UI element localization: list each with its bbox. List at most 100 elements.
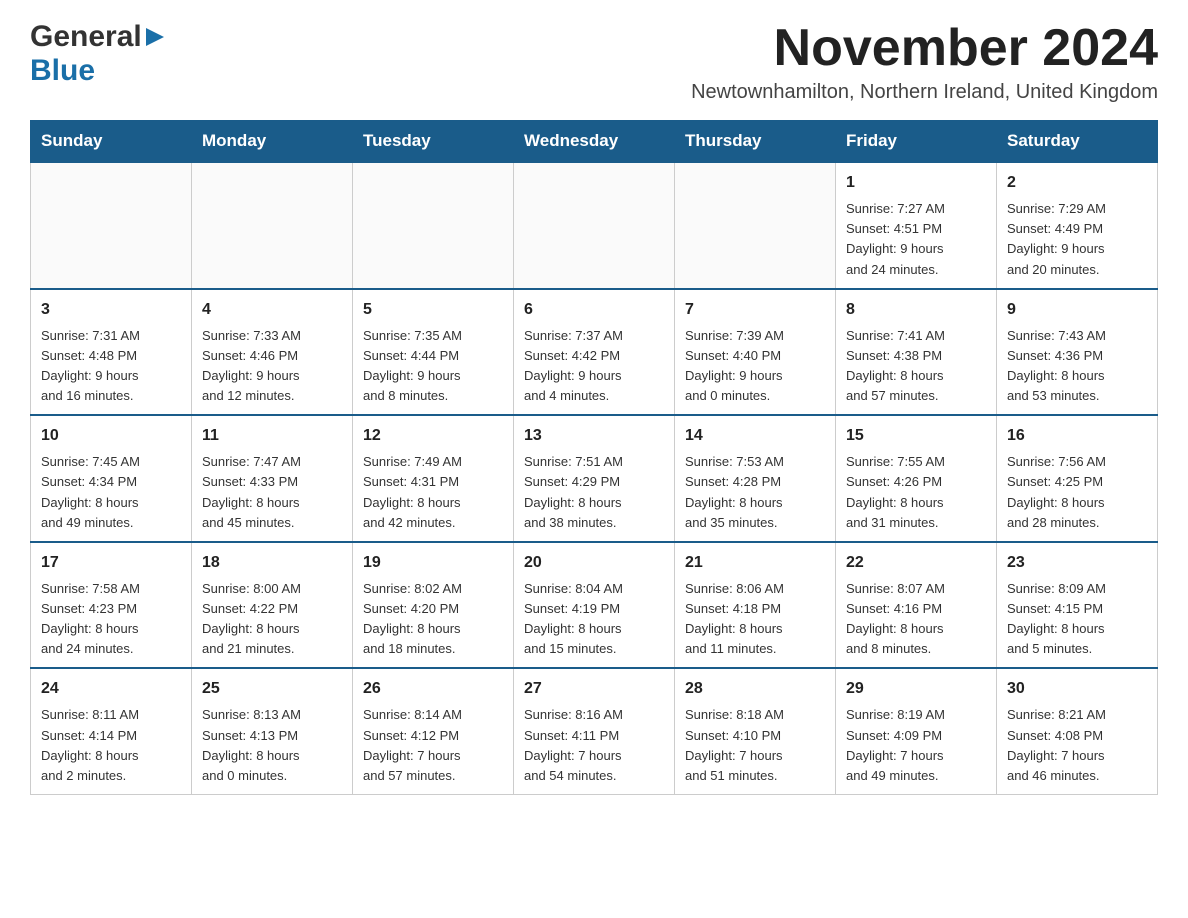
day-number: 22 bbox=[846, 551, 986, 575]
day-info: Sunrise: 7:39 AM Sunset: 4:40 PM Dayligh… bbox=[685, 326, 825, 407]
calendar-cell: 21 Sunrise: 8:06 AM Sunset: 4:18 PM Dayli… bbox=[675, 542, 836, 669]
day-info: Sunrise: 7:33 AM Sunset: 4:46 PM Dayligh… bbox=[202, 326, 342, 407]
day-number: 14 bbox=[685, 424, 825, 448]
calendar-cell: 25 Sunrise: 8:13 AM Sunset: 4:13 PM Dayli… bbox=[192, 668, 353, 794]
calendar-cell: 23 Sunrise: 8:09 AM Sunset: 4:15 PM Dayli… bbox=[997, 542, 1158, 669]
calendar-cell: 11Sunrise: 7:47 AM Sunset: 4:33 PM Dayli… bbox=[192, 415, 353, 542]
day-info: Sunrise: 7:27 AM Sunset: 4:51 PM Dayligh… bbox=[846, 199, 986, 280]
day-info: Sunrise: 8:16 AM Sunset: 4:11 PM Dayligh… bbox=[524, 705, 664, 786]
calendar-header-saturday: Saturday bbox=[997, 121, 1158, 163]
calendar-cell bbox=[353, 162, 514, 289]
day-info: Sunrise: 7:43 AM Sunset: 4:36 PM Dayligh… bbox=[1007, 326, 1147, 407]
calendar-cell: 7Sunrise: 7:39 AM Sunset: 4:40 PM Daylig… bbox=[675, 289, 836, 416]
calendar-cell: 28 Sunrise: 8:18 AM Sunset: 4:10 PM Dayli… bbox=[675, 668, 836, 794]
month-title: November 2024 bbox=[691, 20, 1158, 77]
day-number: 28 bbox=[685, 677, 825, 701]
day-info: Sunrise: 7:47 AM Sunset: 4:33 PM Dayligh… bbox=[202, 452, 342, 533]
day-number: 18 bbox=[202, 551, 342, 575]
day-info: Sunrise: 8:18 AM Sunset: 4:10 PM Dayligh… bbox=[685, 705, 825, 786]
day-info: Sunrise: 7:56 AM Sunset: 4:25 PM Dayligh… bbox=[1007, 452, 1147, 533]
day-number: 26 bbox=[363, 677, 503, 701]
calendar-cell: 13 Sunrise: 7:51 AM Sunset: 4:29 PM Dayli… bbox=[514, 415, 675, 542]
day-number: 17 bbox=[41, 551, 181, 575]
day-number: 10 bbox=[41, 424, 181, 448]
calendar-cell: 22 Sunrise: 8:07 AM Sunset: 4:16 PM Dayli… bbox=[836, 542, 997, 669]
calendar-cell bbox=[514, 162, 675, 289]
calendar-header-monday: Monday bbox=[192, 121, 353, 163]
day-info: Sunrise: 7:55 AM Sunset: 4:26 PM Dayligh… bbox=[846, 452, 986, 533]
day-info: Sunrise: 7:58 AM Sunset: 4:23 PM Dayligh… bbox=[41, 579, 181, 660]
calendar-header-friday: Friday bbox=[836, 121, 997, 163]
day-info: Sunrise: 7:41 AM Sunset: 4:38 PM Dayligh… bbox=[846, 326, 986, 407]
calendar-cell: 3Sunrise: 7:31 AM Sunset: 4:48 PM Daylig… bbox=[31, 289, 192, 416]
calendar-cell: 10 Sunrise: 7:45 AM Sunset: 4:34 PM Dayli… bbox=[31, 415, 192, 542]
calendar-cell bbox=[675, 162, 836, 289]
calendar-header-sunday: Sunday bbox=[31, 121, 192, 163]
day-info: Sunrise: 8:06 AM Sunset: 4:18 PM Dayligh… bbox=[685, 579, 825, 660]
location: Newtownhamilton, Northern Ireland, Unite… bbox=[691, 81, 1158, 104]
logo-blue-text: Blue bbox=[30, 54, 95, 87]
day-number: 4 bbox=[202, 298, 342, 322]
calendar-week-row: 10 Sunrise: 7:45 AM Sunset: 4:34 PM Dayli… bbox=[31, 415, 1158, 542]
calendar-header-wednesday: Wednesday bbox=[514, 121, 675, 163]
day-info: Sunrise: 8:07 AM Sunset: 4:16 PM Dayligh… bbox=[846, 579, 986, 660]
title-block: November 2024 Newtownhamilton, Northern … bbox=[691, 20, 1158, 104]
day-number: 8 bbox=[846, 298, 986, 322]
calendar-cell: 30Sunrise: 8:21 AM Sunset: 4:08 PM Dayli… bbox=[997, 668, 1158, 794]
calendar-cell: 29 Sunrise: 8:19 AM Sunset: 4:09 PM Dayli… bbox=[836, 668, 997, 794]
calendar-cell: 5 Sunrise: 7:35 AM Sunset: 4:44 PM Daylig… bbox=[353, 289, 514, 416]
calendar-cell: 26 Sunrise: 8:14 AM Sunset: 4:12 PM Dayli… bbox=[353, 668, 514, 794]
calendar-cell: 12 Sunrise: 7:49 AM Sunset: 4:31 PM Dayli… bbox=[353, 415, 514, 542]
calendar-cell: 24 Sunrise: 8:11 AM Sunset: 4:14 PM Dayli… bbox=[31, 668, 192, 794]
calendar-week-row: 3Sunrise: 7:31 AM Sunset: 4:48 PM Daylig… bbox=[31, 289, 1158, 416]
calendar-cell: 27 Sunrise: 8:16 AM Sunset: 4:11 PM Dayli… bbox=[514, 668, 675, 794]
day-info: Sunrise: 7:49 AM Sunset: 4:31 PM Dayligh… bbox=[363, 452, 503, 533]
logo-triangle-icon bbox=[146, 28, 164, 46]
calendar-cell: 18Sunrise: 8:00 AM Sunset: 4:22 PM Dayli… bbox=[192, 542, 353, 669]
day-info: Sunrise: 8:13 AM Sunset: 4:13 PM Dayligh… bbox=[202, 705, 342, 786]
calendar-week-row: 24 Sunrise: 8:11 AM Sunset: 4:14 PM Dayli… bbox=[31, 668, 1158, 794]
day-number: 25 bbox=[202, 677, 342, 701]
day-info: Sunrise: 8:11 AM Sunset: 4:14 PM Dayligh… bbox=[41, 705, 181, 786]
day-number: 20 bbox=[524, 551, 664, 575]
day-info: Sunrise: 8:14 AM Sunset: 4:12 PM Dayligh… bbox=[363, 705, 503, 786]
day-info: Sunrise: 7:53 AM Sunset: 4:28 PM Dayligh… bbox=[685, 452, 825, 533]
calendar-header-thursday: Thursday bbox=[675, 121, 836, 163]
day-number: 2 bbox=[1007, 171, 1147, 195]
calendar-cell: 14 Sunrise: 7:53 AM Sunset: 4:28 PM Dayli… bbox=[675, 415, 836, 542]
day-info: Sunrise: 8:04 AM Sunset: 4:19 PM Dayligh… bbox=[524, 579, 664, 660]
day-info: Sunrise: 7:35 AM Sunset: 4:44 PM Dayligh… bbox=[363, 326, 503, 407]
day-number: 24 bbox=[41, 677, 181, 701]
calendar-cell: 17 Sunrise: 7:58 AM Sunset: 4:23 PM Dayli… bbox=[31, 542, 192, 669]
day-number: 13 bbox=[524, 424, 664, 448]
day-number: 5 bbox=[363, 298, 503, 322]
page-header: General Blue November 2024 Newtownhamilt… bbox=[30, 20, 1158, 104]
day-number: 1 bbox=[846, 171, 986, 195]
day-number: 12 bbox=[363, 424, 503, 448]
day-number: 15 bbox=[846, 424, 986, 448]
calendar-header-row: SundayMondayTuesdayWednesdayThursdayFrid… bbox=[31, 121, 1158, 163]
day-info: Sunrise: 7:45 AM Sunset: 4:34 PM Dayligh… bbox=[41, 452, 181, 533]
calendar-cell: 19Sunrise: 8:02 AM Sunset: 4:20 PM Dayli… bbox=[353, 542, 514, 669]
day-info: Sunrise: 8:02 AM Sunset: 4:20 PM Dayligh… bbox=[363, 579, 503, 660]
day-number: 27 bbox=[524, 677, 664, 701]
calendar-week-row: 17 Sunrise: 7:58 AM Sunset: 4:23 PM Dayli… bbox=[31, 542, 1158, 669]
day-info: Sunrise: 7:37 AM Sunset: 4:42 PM Dayligh… bbox=[524, 326, 664, 407]
calendar-cell: 9 Sunrise: 7:43 AM Sunset: 4:36 PM Daylig… bbox=[997, 289, 1158, 416]
day-number: 16 bbox=[1007, 424, 1147, 448]
day-number: 29 bbox=[846, 677, 986, 701]
calendar-cell: 8 Sunrise: 7:41 AM Sunset: 4:38 PM Daylig… bbox=[836, 289, 997, 416]
day-number: 21 bbox=[685, 551, 825, 575]
day-number: 9 bbox=[1007, 298, 1147, 322]
calendar-table: SundayMondayTuesdayWednesdayThursdayFrid… bbox=[30, 120, 1158, 795]
calendar-cell: 2Sunrise: 7:29 AM Sunset: 4:49 PM Daylig… bbox=[997, 162, 1158, 289]
calendar-cell: 6Sunrise: 7:37 AM Sunset: 4:42 PM Daylig… bbox=[514, 289, 675, 416]
logo: General Blue bbox=[30, 20, 164, 88]
day-info: Sunrise: 8:21 AM Sunset: 4:08 PM Dayligh… bbox=[1007, 705, 1147, 786]
day-info: Sunrise: 7:51 AM Sunset: 4:29 PM Dayligh… bbox=[524, 452, 664, 533]
day-number: 23 bbox=[1007, 551, 1147, 575]
calendar-week-row: 1 Sunrise: 7:27 AM Sunset: 4:51 PM Daylig… bbox=[31, 162, 1158, 289]
day-info: Sunrise: 8:09 AM Sunset: 4:15 PM Dayligh… bbox=[1007, 579, 1147, 660]
day-info: Sunrise: 8:19 AM Sunset: 4:09 PM Dayligh… bbox=[846, 705, 986, 786]
calendar-cell: 1 Sunrise: 7:27 AM Sunset: 4:51 PM Daylig… bbox=[836, 162, 997, 289]
